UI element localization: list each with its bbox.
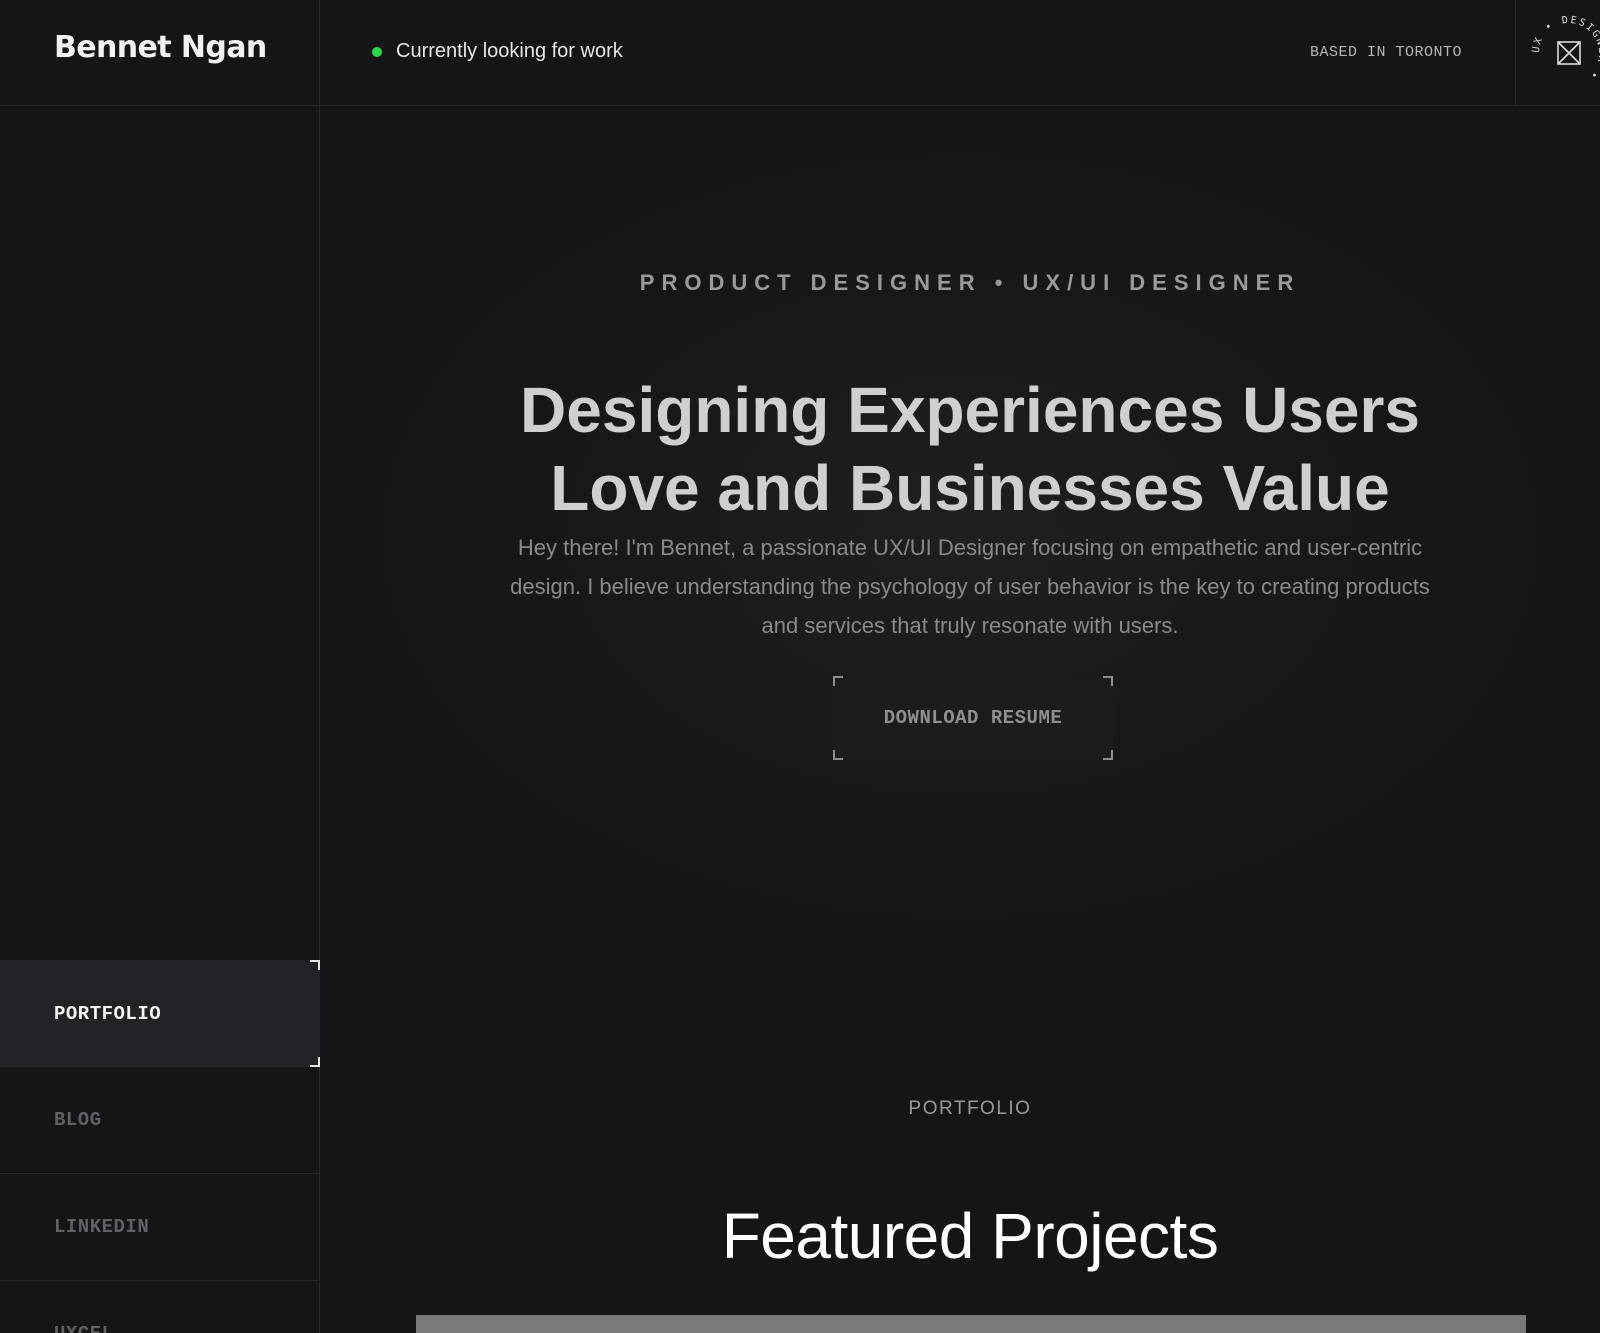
active-corner-bottom: [310, 1057, 320, 1067]
button-corner: [833, 676, 843, 686]
nav-item-label: BLOG: [54, 1109, 102, 1131]
brand-cell: Bennet Ngan: [0, 0, 320, 106]
nav-item-portfolio[interactable]: PORTFOLIO: [0, 960, 320, 1067]
hero-eyebrow: PRODUCT DESIGNER • UX/UI DESIGNER: [639, 270, 1301, 295]
sidebar-nav: PORTFOLIO BLOG LINKEDIN UXCEL: [0, 960, 320, 1333]
status-dot-icon: [372, 46, 382, 57]
download-resume-label: DOWNLOAD RESUME: [883, 707, 1063, 729]
project-card-preview[interactable]: [416, 1315, 1526, 1333]
brand-logo-link[interactable]: Bennet Ngan: [54, 30, 267, 65]
featured-projects-title: Featured Projects: [721, 1200, 1219, 1273]
sidebar: PORTFOLIO BLOG LINKEDIN UXCEL: [0, 106, 320, 1333]
hero-headline-line-1: Designing Experiences Users: [520, 373, 1420, 446]
hero-headline-line-2: Love and Businesses Value: [550, 451, 1390, 524]
page: Bennet Ngan Currently looking for work B…: [0, 0, 1600, 1333]
hero-headline: Designing Experiences Users Love and Bus…: [320, 371, 1600, 527]
nav-item-label: LINKEDIN: [54, 1216, 150, 1238]
portfolio-section-label: PORTFOLIO: [908, 1098, 1032, 1119]
badge-cell: UX • DESIGNER •: [1515, 0, 1600, 106]
download-resume-button[interactable]: DOWNLOAD RESUME: [833, 676, 1113, 760]
top-header: Bennet Ngan Currently looking for work B…: [0, 0, 1600, 106]
button-corner: [833, 750, 843, 760]
nav-item-label: PORTFOLIO: [54, 1002, 162, 1025]
badge-ring-text: UX • DESIGNER •: [1531, 15, 1600, 82]
ux-designer-badge-icon: UX • DESIGNER •: [1531, 15, 1600, 82]
nav-item-uxcel[interactable]: UXCEL: [0, 1281, 320, 1333]
availability-status: Currently looking for work: [372, 40, 623, 63]
nav-item-blog[interactable]: BLOG: [0, 1067, 320, 1174]
hero-intro: Hey there! I'm Bennet, a passionate UX/U…: [510, 535, 1430, 638]
nav-item-label: UXCEL: [54, 1323, 114, 1333]
svg-text:UX • DESIGNER •: UX • DESIGNER •: [1531, 15, 1600, 82]
active-corner-top: [310, 960, 320, 970]
button-corner: [1103, 676, 1113, 686]
button-corner: [1103, 750, 1113, 760]
nav-item-linkedin[interactable]: LINKEDIN: [0, 1174, 320, 1281]
location-label: BASED IN TORONTO: [1309, 44, 1462, 61]
status-text: Currently looking for work: [396, 40, 623, 62]
main-content: PRODUCT DESIGNER • UX/UI DESIGNER Design…: [320, 106, 1600, 1333]
